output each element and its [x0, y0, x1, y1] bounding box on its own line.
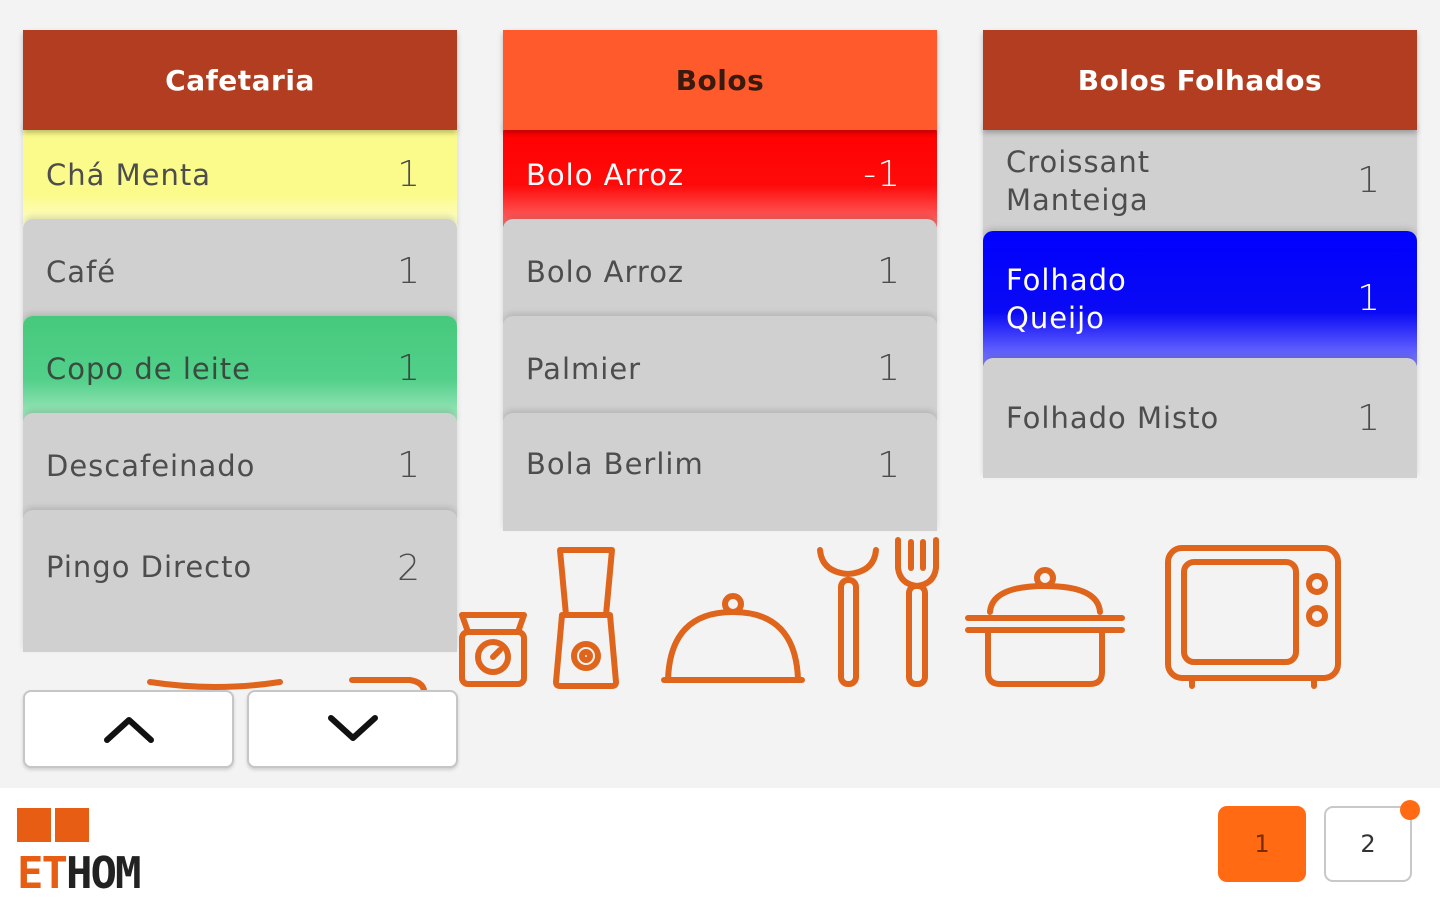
notification-dot [1400, 800, 1420, 820]
scroll-up-button[interactable] [23, 690, 234, 768]
item-name: Descafeinado [46, 448, 256, 483]
item-name-line: Folhado [1006, 262, 1127, 297]
category-column-bolos-folhados: Bolos Folhados Croissant Manteiga 1 Folh… [983, 30, 1417, 478]
item-name: Palmier [526, 351, 642, 386]
scroll-navigation [23, 690, 458, 768]
item-name: Chá Menta [46, 157, 212, 192]
logo-wordmark: ETHOM [17, 852, 141, 896]
order-item[interactable]: Café 1 [23, 219, 457, 324]
item-quantity: 1 [877, 348, 901, 389]
chevron-down-icon [327, 715, 378, 741]
page-button-1[interactable]: 1 [1218, 806, 1306, 882]
logo-text-et: ET [17, 848, 68, 899]
order-item[interactable]: Bolo Arroz 1 [503, 219, 937, 324]
item-quantity: -1 [863, 154, 901, 195]
item-name: Bola Berlim [526, 447, 704, 481]
blender-icon [553, 547, 619, 689]
order-item[interactable]: Bola Berlim 1 [503, 413, 937, 531]
item-name-line: Croissant [1006, 144, 1151, 179]
item-name: Folhado Queijo [1006, 261, 1357, 337]
item-name: Croissant Manteiga [1006, 143, 1357, 219]
category-column-cafetaria: Cafetaria Chá Menta 1 Café 1 Copo de lei… [23, 30, 457, 652]
item-name-line: Manteiga [1006, 182, 1149, 217]
item-quantity: 1 [877, 445, 901, 486]
chevron-up-icon [103, 717, 154, 743]
item-quantity: 1 [1357, 278, 1381, 319]
item-name: Bolo Arroz [526, 254, 685, 289]
scroll-down-button[interactable] [247, 690, 458, 768]
category-column-bolos: Bolos Bolo Arroz -1 Bolo Arroz 1 Palmier… [503, 30, 937, 531]
category-header[interactable]: Cafetaria [23, 30, 457, 130]
order-item[interactable]: Chá Menta 1 [23, 122, 457, 227]
ethom-logo: ETHOM [17, 808, 217, 896]
order-item[interactable]: Palmier 1 [503, 316, 937, 421]
item-quantity: 1 [1357, 397, 1381, 439]
item-name: Folhado Misto [1006, 401, 1220, 435]
order-item[interactable]: Folhado Misto 1 [983, 358, 1417, 478]
item-name: Bolo Arroz [526, 157, 685, 192]
order-item[interactable]: Folhado Queijo 1 [983, 231, 1417, 366]
order-item[interactable]: Pingo Directo 2 [23, 510, 457, 652]
scale-icon [459, 612, 527, 687]
pot-icon [965, 567, 1125, 687]
item-name: Copo de leite [46, 351, 251, 386]
page-button-2[interactable]: 2 [1324, 806, 1412, 882]
order-item[interactable]: Copo de leite 1 [23, 316, 457, 421]
skimmer-icon [817, 547, 879, 687]
fork-icon [895, 537, 939, 687]
category-header[interactable]: Bolos [503, 30, 937, 130]
item-quantity: 1 [397, 348, 421, 389]
item-quantity: 1 [877, 251, 901, 292]
logo-blocks [17, 808, 89, 842]
item-quantity: 1 [397, 445, 421, 486]
microwave-icon [1165, 545, 1341, 689]
item-quantity: 1 [397, 251, 421, 292]
item-name: Café [46, 254, 117, 289]
order-item[interactable]: Bolo Arroz -1 [503, 122, 937, 227]
category-header[interactable]: Bolos Folhados [983, 30, 1417, 130]
item-quantity: 1 [397, 154, 421, 195]
item-name-line: Queijo [1006, 300, 1105, 335]
logo-text-hom: HOM [65, 848, 141, 899]
main-area: Cafetaria Chá Menta 1 Café 1 Copo de lei… [0, 0, 1440, 788]
item-quantity: 1 [1357, 160, 1381, 201]
item-quantity: 2 [397, 548, 421, 589]
cloche-icon [661, 593, 805, 683]
order-item[interactable]: Descafeinado 1 [23, 413, 457, 518]
order-item[interactable]: Croissant Manteiga 1 [983, 122, 1417, 239]
item-name: Pingo Directo [46, 550, 253, 584]
footer: ETHOM 1 2 [0, 788, 1440, 900]
